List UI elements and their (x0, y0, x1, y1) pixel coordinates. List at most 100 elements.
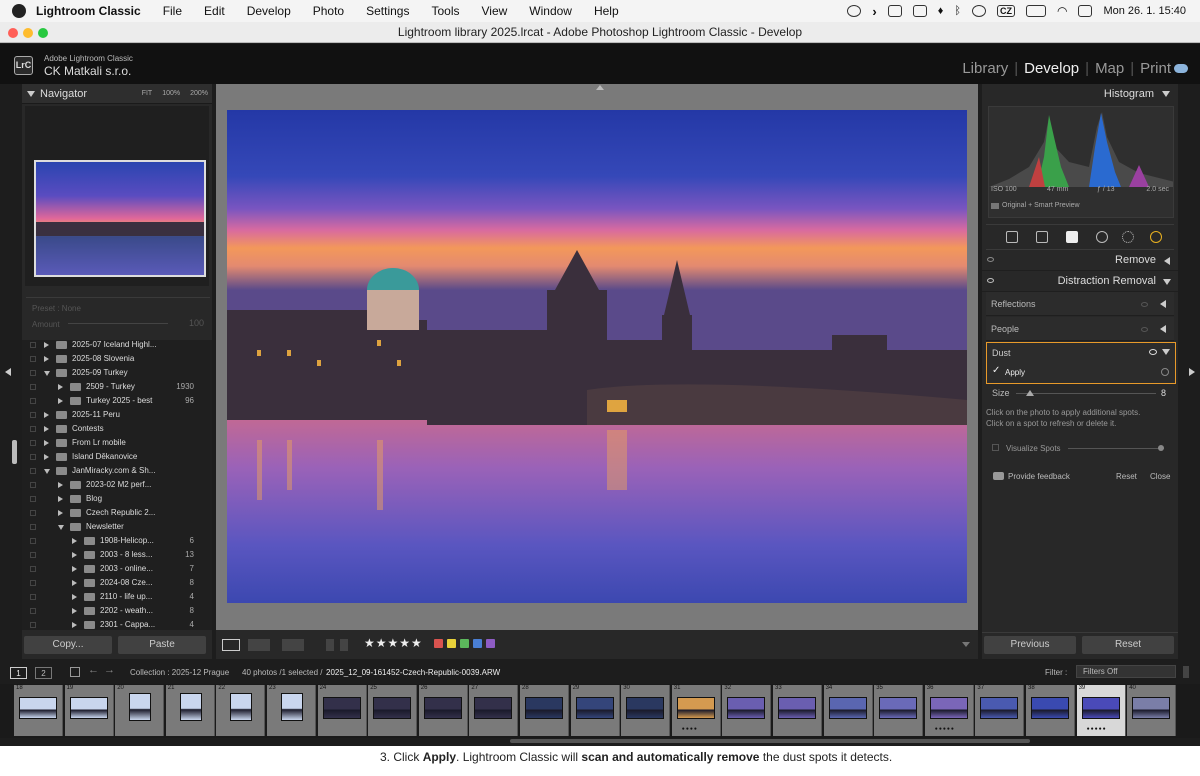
filmstrip-thumbnail[interactable]: 33 (773, 685, 822, 736)
collection-row[interactable]: Newsletter (22, 520, 212, 534)
collection-checkbox[interactable] (30, 398, 36, 404)
feedback-icon[interactable] (993, 472, 1004, 480)
size-slider[interactable] (1016, 393, 1156, 394)
disclosure-closed-icon[interactable] (44, 342, 49, 348)
disclosure-closed-icon[interactable] (58, 482, 63, 488)
crop-icon[interactable] (1036, 231, 1048, 243)
collection-checkbox[interactable] (30, 510, 36, 516)
disclosure-open-icon[interactable] (44, 371, 50, 376)
window-1-button[interactable]: 1 (10, 667, 27, 679)
menu-view[interactable]: View (481, 4, 507, 18)
apple-icon[interactable] (12, 4, 26, 18)
collection-checkbox[interactable] (30, 524, 36, 530)
filmstrip-thumbnail[interactable]: 32 (722, 685, 772, 736)
close-window-icon[interactable] (8, 28, 18, 38)
forward-arrow-icon[interactable]: → (104, 664, 115, 676)
navigator-thumbnail[interactable] (34, 160, 206, 277)
collection-checkbox[interactable] (30, 552, 36, 558)
collection-checkbox[interactable] (30, 454, 36, 460)
window-2-button[interactable]: 2 (35, 667, 52, 679)
apply-button[interactable]: Apply (1005, 368, 1025, 377)
filmstrip-thumbnail[interactable]: 39 ●●●●● (1076, 685, 1126, 736)
menu-tools[interactable]: Tools (431, 4, 459, 18)
remove-panel-header[interactable]: Remove (982, 250, 1178, 271)
color-label-yellow[interactable] (447, 639, 456, 648)
filmstrip-thumbnail[interactable]: 18 (14, 685, 63, 736)
collection-checkbox[interactable] (30, 496, 36, 502)
close-link[interactable]: Close (1150, 472, 1170, 481)
filter-lock-icon[interactable] (1183, 666, 1189, 678)
distraction-removal-header[interactable]: Distraction Removal (982, 271, 1178, 292)
masking-icon[interactable] (1122, 231, 1134, 243)
collection-checkbox[interactable] (30, 412, 36, 418)
zoom-200-option[interactable]: 200% (190, 84, 208, 104)
collection-checkbox[interactable] (30, 538, 36, 544)
before-after-mode-icon[interactable] (282, 639, 304, 651)
collection-checkbox[interactable] (30, 580, 36, 586)
selected-filename[interactable]: 2025_12_09-161452-Czech-Republic-0039.AR… (326, 668, 500, 677)
module-print[interactable]: Print (1137, 60, 1174, 77)
filmstrip-thumbnail[interactable]: 21 (165, 685, 215, 736)
filmstrip-thumbnail[interactable]: 29 (570, 685, 620, 736)
collection-row[interactable]: 2003 - 8 less... 13 (22, 548, 212, 562)
disclosure-closed-icon[interactable] (44, 454, 49, 460)
filmstrip-scrollbar-thumb[interactable] (510, 739, 1030, 743)
expand-people-icon[interactable] (1160, 325, 1166, 333)
collection-row[interactable]: 2024-08 Cze... 8 (22, 576, 212, 590)
filmstrip-thumbnail[interactable]: 35 (874, 685, 924, 736)
collection-row[interactable]: Blog (22, 492, 212, 506)
zoom-100-option[interactable]: 100% (162, 84, 180, 104)
color-label-red[interactable] (434, 639, 443, 648)
collection-row[interactable]: JanMiracky.com & Sh... (22, 464, 212, 478)
grid-view-icon[interactable] (70, 667, 80, 677)
collection-checkbox[interactable] (30, 440, 36, 446)
disclosure-closed-icon[interactable] (58, 398, 63, 404)
loupe-view-icon[interactable] (222, 639, 240, 651)
collection-row[interactable]: 2003 - online... 7 (22, 562, 212, 576)
collection-checkbox[interactable] (30, 608, 36, 614)
eye-icon[interactable] (1141, 302, 1148, 307)
eye-icon[interactable] (987, 257, 994, 262)
filmstrip-thumbnail[interactable]: 36 ●●●●● (924, 685, 974, 736)
collection-checkbox[interactable] (30, 482, 36, 488)
collection-source[interactable]: Collection : 2025-12 Prague (130, 668, 229, 677)
filmstrip-thumbnail[interactable]: 25 (368, 685, 418, 736)
collection-row[interactable]: Contests (22, 422, 212, 436)
before-after-icon[interactable] (248, 639, 270, 651)
navigator-header[interactable]: Navigator FIT 100% 200% (22, 84, 212, 104)
collection-row[interactable]: 2110 - life up... 4 (22, 590, 212, 604)
menubar-clock[interactable]: Mon 26. 1. 15:40 (1103, 5, 1186, 17)
back-arrow-icon[interactable]: ← (88, 664, 99, 676)
toolbar-menu-icon[interactable] (962, 642, 970, 647)
eye-icon[interactable] (1149, 349, 1157, 355)
disclosure-closed-icon[interactable] (72, 552, 77, 558)
cloud-sync-icon[interactable] (1174, 64, 1188, 73)
navigator-preview[interactable] (25, 106, 209, 286)
collection-row[interactable]: 2301 - Cappa... 4 (22, 618, 212, 630)
time-machine-icon[interactable] (847, 5, 862, 17)
dust-section[interactable]: Dust ✓ Apply (986, 342, 1176, 384)
collection-checkbox[interactable] (30, 622, 36, 628)
disclosure-closed-icon[interactable] (72, 566, 77, 572)
filter-dropdown[interactable]: Filters Off (1076, 665, 1176, 678)
disclosure-closed-icon[interactable] (72, 608, 77, 614)
disclosure-closed-icon[interactable] (44, 440, 49, 446)
menu-develop[interactable]: Develop (247, 4, 291, 18)
main-photo[interactable] (227, 110, 967, 603)
bluetooth-icon[interactable]: ᛒ (954, 5, 961, 17)
presets-icon[interactable] (1150, 231, 1162, 243)
collection-checkbox[interactable] (30, 468, 36, 474)
dropbox-icon[interactable] (912, 5, 927, 17)
filmstrip-thumbnail[interactable]: 23 (267, 685, 316, 736)
amount-slider[interactable] (68, 323, 168, 324)
collection-checkbox[interactable] (30, 594, 36, 600)
visualize-threshold-slider[interactable] (1068, 448, 1164, 449)
collection-row[interactable]: 2202 - weath... 8 (22, 604, 212, 618)
collection-row[interactable]: 1908-Helicop... 6 (22, 534, 212, 548)
provide-feedback-link[interactable]: Provide feedback (1008, 472, 1070, 481)
filmstrip-thumbnail[interactable]: 37 (975, 685, 1025, 736)
color-label-green[interactable] (460, 639, 469, 648)
notion-icon[interactable] (887, 5, 902, 17)
filmstrip-thumbnail[interactable]: 31 ●●●● (671, 685, 721, 736)
disclosure-closed-icon[interactable] (58, 496, 63, 502)
